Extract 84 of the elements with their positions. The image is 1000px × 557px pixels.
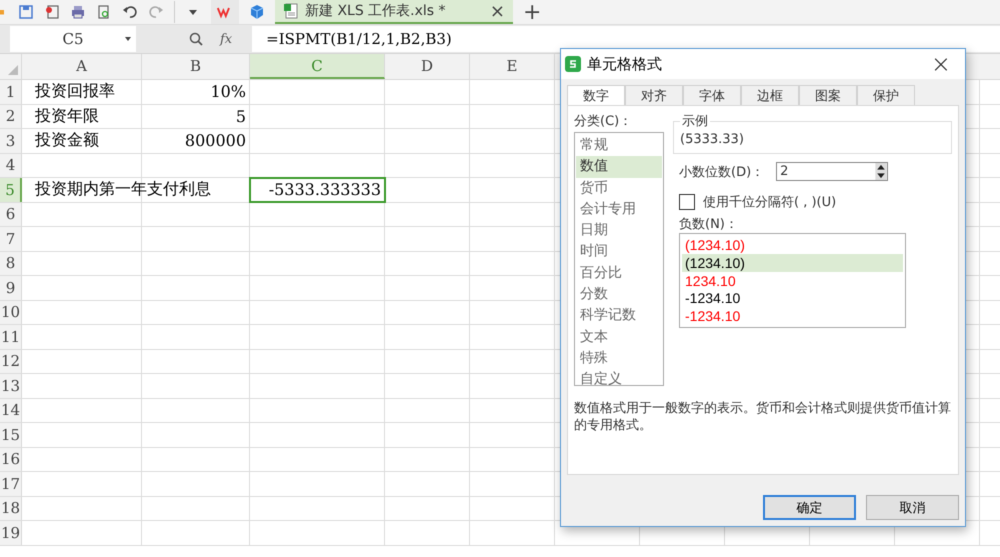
row-header[interactable]: 13 xyxy=(0,374,22,398)
category-item[interactable]: 文本 xyxy=(576,326,662,348)
category-item[interactable]: 分数 xyxy=(576,284,662,306)
decimals-label: 小数位数(D)： xyxy=(679,164,764,180)
negative-format-item[interactable]: 1234.10 xyxy=(682,272,903,290)
category-item[interactable]: 时间 xyxy=(576,241,662,263)
row-header[interactable]: 18 xyxy=(0,496,22,520)
cell-text: 投资金额 xyxy=(34,130,100,152)
cell-text: 投资期内第一年支付利息 xyxy=(34,179,212,200)
negative-format-item[interactable]: (1234.10) xyxy=(682,236,903,254)
tab[interactable]: 对齐 xyxy=(625,85,683,105)
category-item[interactable]: 自定义 xyxy=(576,369,662,391)
name-box[interactable]: C5 xyxy=(10,26,136,52)
row-header[interactable]: 6 xyxy=(0,202,22,226)
row-header[interactable]: 16 xyxy=(0,448,22,471)
dialog-title: 单元格格式 xyxy=(587,54,663,74)
decimals-spinner[interactable]: 2 xyxy=(776,162,888,181)
cell-text: 投资年限 xyxy=(34,106,100,127)
tab[interactable]: 边框 xyxy=(741,85,799,105)
document-title: 新建 XLS 工作表.xls * xyxy=(305,2,447,20)
row-header[interactable]: 9 xyxy=(0,276,22,300)
negative-numbers-label: 负数(N)： xyxy=(678,216,739,233)
row-header[interactable]: 7 xyxy=(0,227,22,250)
column-header[interactable]: E xyxy=(470,54,555,79)
negative-format-item[interactable]: -1234.10 xyxy=(682,307,903,325)
sample-label: 示例 xyxy=(681,113,709,130)
spinner-arrows-icon[interactable] xyxy=(875,163,888,180)
checkbox-label: 使用千位分隔符( , )(U) xyxy=(703,194,836,211)
cancel-button[interactable]: 取消 xyxy=(866,495,959,520)
spreadsheet-app-icon xyxy=(565,56,581,72)
checkbox[interactable] xyxy=(679,194,695,210)
cell-text: 800000 xyxy=(184,131,247,150)
print-icon[interactable] xyxy=(70,4,86,20)
category-item[interactable]: 货币 xyxy=(576,178,662,199)
row-header[interactable]: 11 xyxy=(0,325,22,348)
negative-format-item[interactable]: (1234.10) xyxy=(682,254,903,272)
category-item[interactable]: 科学记数 xyxy=(576,305,662,327)
corner-triangle-icon xyxy=(8,65,18,75)
tab[interactable]: 图案 xyxy=(799,85,857,105)
category-label: 分类(C)： xyxy=(574,113,634,130)
ok-button[interactable]: 确定 xyxy=(763,495,856,520)
category-item[interactable]: 日期 xyxy=(576,220,662,242)
category-item[interactable]: 会计专用 xyxy=(576,198,662,220)
app-menu-button[interactable] xyxy=(211,0,239,24)
column-header[interactable]: A xyxy=(22,54,142,79)
row-header[interactable]: 17 xyxy=(0,472,22,496)
tab[interactable]: 数字 xyxy=(567,85,625,105)
negative-format-item[interactable]: -1234.10 xyxy=(682,289,903,308)
row-header[interactable]: 2 xyxy=(0,104,22,128)
cell-text: 5 xyxy=(234,106,247,126)
close-button[interactable]: × xyxy=(920,52,961,76)
category-item[interactable]: 数值 xyxy=(576,156,662,178)
tab[interactable]: 保护 xyxy=(857,85,915,105)
document-tab[interactable]: 新建 XLS 工作表.xls * × xyxy=(275,0,513,24)
row-header[interactable]: 8 xyxy=(0,252,22,275)
description-text: 数值格式用于一般数字的表示。货币和会计格式则提供货币值计算的专用格式。 xyxy=(574,400,952,434)
column-header[interactable]: D xyxy=(385,54,470,79)
cube-icon[interactable] xyxy=(249,4,265,20)
row-header[interactable]: 10 xyxy=(0,300,22,324)
cell-text: 投资回报率 xyxy=(34,81,116,102)
save-icon[interactable] xyxy=(18,4,34,20)
row-header[interactable]: 1 xyxy=(0,80,22,104)
category-item[interactable]: 特殊 xyxy=(576,348,662,370)
row-header[interactable]: 4 xyxy=(0,154,22,177)
formula-field[interactable]: =ISPMT(B1/12,1,B2,B3) xyxy=(252,26,1000,52)
cell-text: 10% xyxy=(209,82,247,102)
new-tab-button[interactable]: + xyxy=(523,0,542,24)
row-header[interactable]: 14 xyxy=(0,398,22,422)
category-item[interactable]: 百分比 xyxy=(576,262,662,284)
export-icon[interactable] xyxy=(44,4,60,20)
function-button[interactable]: fx xyxy=(220,32,232,46)
tab[interactable]: 字体 xyxy=(683,85,741,105)
close-tab-button[interactable]: × xyxy=(490,0,505,22)
row-header[interactable]: 3 xyxy=(0,129,22,152)
category-item[interactable]: 常规 xyxy=(576,135,662,156)
sample-value: (5333.33) xyxy=(680,132,744,147)
row-header[interactable]: 12 xyxy=(0,350,22,373)
zoom-icon[interactable] xyxy=(188,31,204,47)
row-header[interactable]: 19 xyxy=(0,521,22,544)
caret-icon xyxy=(124,35,132,43)
undo-icon[interactable] xyxy=(122,4,138,20)
cell-text: -5333.333333 xyxy=(268,180,382,200)
spreadsheet-file-icon xyxy=(283,3,299,19)
row-header[interactable]: 15 xyxy=(0,423,22,446)
